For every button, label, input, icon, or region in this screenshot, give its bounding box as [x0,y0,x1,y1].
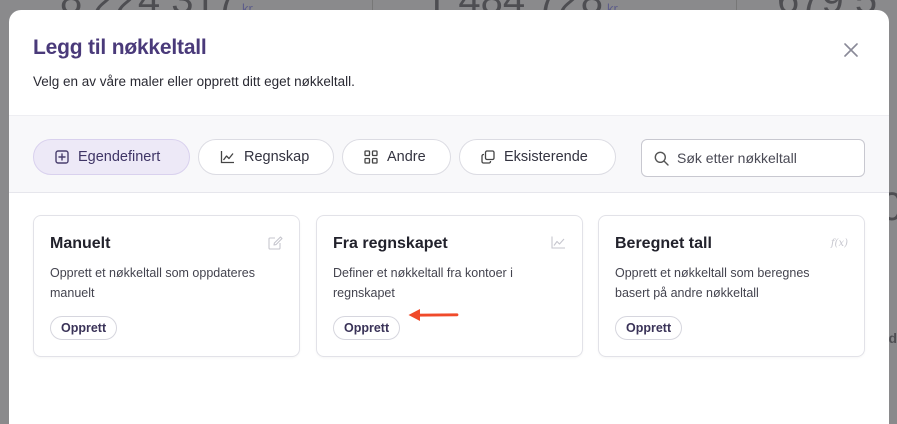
tab-label: Eksisterende [504,149,588,165]
dialog-title: Legg til nøkkeltall [33,36,207,59]
create-button-fra-regnskapet[interactable]: Opprett [333,316,401,340]
grid-icon [364,150,378,164]
close-button[interactable] [841,40,861,60]
tab-egendefinert[interactable]: Egendefinert [33,139,190,175]
card-description: Opprett et nøkkeltall som oppdateres man… [50,266,255,300]
copy-icon [481,150,495,164]
card-description: Definer et nøkkeltall fra kontoer i regn… [333,266,513,300]
card-fra-regnskapet[interactable]: Fra regnskapet Definer et nøkkeltall fra… [316,215,583,357]
tab-label: Andre [387,149,426,165]
dialog-subtitle: Velg en av våre maler eller opprett ditt… [33,74,355,89]
card-manuelt[interactable]: Manuelt Opprett et nøkkeltall som oppdat… [33,215,300,357]
search-input[interactable] [677,150,857,166]
tab-regnskap[interactable]: Regnskap [198,139,334,175]
create-button-beregnet-tall[interactable]: Opprett [615,316,683,340]
line-chart-icon [551,236,565,249]
arrow-left-icon [408,309,459,321]
create-button-manuelt[interactable]: Opprett [50,316,118,340]
card-title: Fra regnskapet [333,235,448,252]
add-metric-dialog: Legg til nøkkeltall Velg en av våre male… [9,10,889,424]
card-beregnet-tall[interactable]: Beregnet tall Opprett et nøkkeltall som … [598,215,865,357]
dialog-header: Legg til nøkkeltall Velg en av våre male… [9,10,889,115]
line-chart-icon [220,151,234,164]
template-cards: Manuelt Opprett et nøkkeltall som oppdat… [9,193,889,424]
search-box[interactable] [641,139,865,177]
search-icon [654,151,669,166]
plus-square-icon [55,150,69,164]
card-description: Opprett et nøkkeltall som beregnes baser… [615,266,810,300]
function-icon: f(x) [830,238,848,249]
tab-andre[interactable]: Andre [342,139,451,175]
tab-eksisterende[interactable]: Eksisterende [459,139,616,175]
edit-icon [268,236,283,250]
card-title: Manuelt [50,235,111,252]
background-letter: d [888,330,897,346]
tab-label: Regnskap [244,149,310,165]
template-toolbar: Egendefinert Regnskap Andre Eksisterende… [9,115,889,193]
tab-label: Egendefinert [78,149,161,165]
close-icon [844,43,858,57]
card-title: Beregnet tall [615,235,712,252]
